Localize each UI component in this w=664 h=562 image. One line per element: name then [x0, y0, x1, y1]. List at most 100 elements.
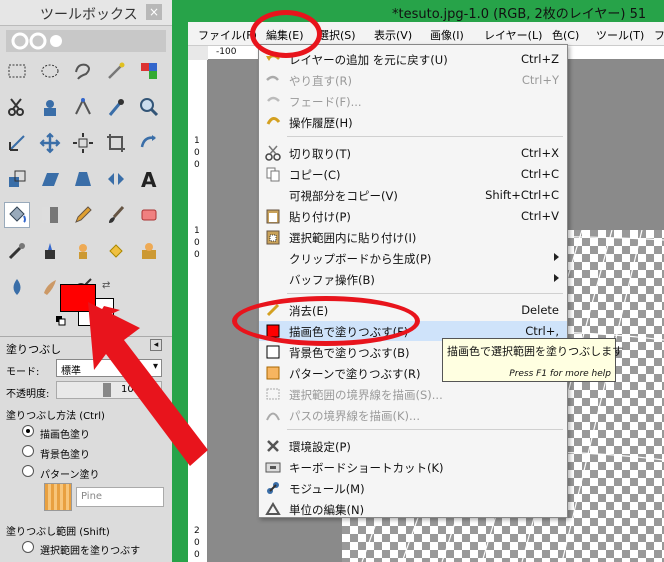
- paintbrush-icon[interactable]: [103, 202, 129, 228]
- edit-menu-item-accel: Ctrl+X: [521, 146, 559, 160]
- color-select-icon[interactable]: [136, 58, 162, 84]
- fill-type-fg-radio[interactable]: [22, 425, 34, 437]
- edit-menu-item-label: クリップボードから生成(P): [289, 252, 432, 266]
- mode-label: モード:: [6, 367, 40, 378]
- flip-icon[interactable]: [103, 166, 129, 192]
- edit-menu-item-accel: Ctrl+Y: [521, 73, 559, 87]
- fill-range-selection-radio[interactable]: [22, 541, 34, 553]
- menu-separator: [287, 293, 563, 294]
- scale-icon[interactable]: [4, 166, 30, 192]
- align-icon[interactable]: [70, 130, 96, 156]
- edit-menu-item[interactable]: 可視部分をコピー(V) Shift+Ctrl+C: [259, 185, 567, 205]
- keyboard-icon: [265, 462, 281, 473]
- submenu-arrow-icon: [554, 274, 559, 282]
- text-icon[interactable]: A: [136, 166, 162, 192]
- menu-layer[interactable]: レイヤー(L): [484, 27, 542, 43]
- edit-menu-item[interactable]: パスの境界線を描画(K)...: [259, 405, 567, 425]
- fill-range-selection-label: 選択範囲を塗りつぶす: [40, 546, 141, 557]
- annotation-arrow-icon: [88, 302, 208, 466]
- heal-icon[interactable]: [103, 238, 129, 264]
- edit-menu-item[interactable]: 選択範囲の境界線を描画(S)...: [259, 384, 567, 404]
- pattern-name: Pine: [81, 491, 103, 502]
- desktop-background: [172, 0, 188, 562]
- color-picker-icon[interactable]: [103, 94, 129, 120]
- menu-filters[interactable]: フ: [654, 27, 664, 43]
- eraser-icon[interactable]: [136, 202, 162, 228]
- fill-type-pattern-radio[interactable]: [22, 465, 34, 477]
- pattern-swatch[interactable]: [44, 483, 72, 511]
- blur-icon[interactable]: [4, 274, 30, 300]
- menu-tools[interactable]: ツール(T): [596, 27, 644, 43]
- edit-menu-item[interactable]: 単位の編集(N): [259, 499, 567, 519]
- pencil-icon[interactable]: [70, 202, 96, 228]
- svg-text:A: A: [141, 168, 157, 190]
- edit-menu-item-label: 切り取り(T): [289, 147, 351, 161]
- edit-menu-item[interactable]: やり直す(R) Ctrl+Y: [259, 70, 567, 90]
- perspective-icon[interactable]: [70, 166, 96, 192]
- edit-menu-item-label: 背景色で塗りつぶす(B): [289, 346, 410, 360]
- edit-menu-item[interactable]: 環境設定(P): [259, 436, 567, 456]
- pattern-name-field[interactable]: Pine: [76, 487, 164, 507]
- tooltip-hint: Press F1 for more help: [509, 369, 611, 379]
- tooltip: 描画色で選択範囲を塗りつぶします Press F1 for more help: [442, 338, 623, 382]
- edit-menu-item[interactable]: 操作履歴(H): [259, 112, 567, 132]
- tool-row: [4, 238, 170, 264]
- edit-menu-item[interactable]: キーボードショートカット(K): [259, 457, 567, 477]
- lasso-icon[interactable]: [70, 58, 96, 84]
- edit-menu-item[interactable]: 選択範囲内に貼り付け(I): [259, 227, 567, 247]
- edit-menu-item-label: 貼り付け(P): [289, 210, 351, 224]
- menu-image[interactable]: 画像(I): [430, 27, 464, 43]
- edit-menu-item[interactable]: フェード(F)...: [259, 91, 567, 111]
- tool-row: A: [4, 166, 170, 192]
- airbrush-icon[interactable]: [4, 238, 30, 264]
- copy-icon: [266, 167, 280, 182]
- edit-menu-item-label: コピー(C): [289, 168, 341, 182]
- swap-colors-icon[interactable]: ⇄: [102, 280, 110, 291]
- edit-menu-item-accel: Shift+Ctrl+C: [485, 188, 559, 202]
- zoom-icon[interactable]: [136, 94, 162, 120]
- pattern-fill-icon: [266, 366, 280, 380]
- menu-select[interactable]: 選択(S): [318, 27, 356, 43]
- shear-icon[interactable]: [37, 166, 63, 192]
- fuzzy-select-icon[interactable]: [103, 58, 129, 84]
- reset-colors-icon[interactable]: [56, 316, 66, 326]
- bucket-fill-icon[interactable]: [4, 202, 30, 228]
- paste-into-icon: [266, 230, 280, 245]
- edit-menu-item-accel: Ctrl+,: [525, 324, 559, 338]
- fill-type-bg-radio[interactable]: [22, 445, 34, 457]
- paths-icon[interactable]: [70, 94, 96, 120]
- edit-menu-item-label: やり直す(R): [289, 74, 352, 88]
- blend-icon[interactable]: [37, 202, 63, 228]
- ellipse-select-icon[interactable]: [37, 58, 63, 84]
- ruler-left-digit: 0: [194, 250, 200, 260]
- move-icon[interactable]: [37, 130, 63, 156]
- clone-icon[interactable]: [70, 238, 96, 264]
- crop-icon[interactable]: [103, 130, 129, 156]
- toolbox-panel: ツールボックス × A ⇄ 塗りつぶし ◂ モード: 標準 ▾ 不透明度: 10…: [0, 0, 172, 562]
- fade-icon: [267, 96, 280, 102]
- edit-menu-item-label: モジュール(M): [289, 482, 365, 496]
- menu-file[interactable]: ファイル(F): [198, 27, 257, 43]
- tool-row: [4, 58, 170, 84]
- tooltip-text: 描画色で選択範囲を塗りつぶします: [447, 345, 624, 358]
- edit-menu-item[interactable]: クリップボードから生成(P): [259, 248, 567, 268]
- rotate-icon[interactable]: [136, 130, 162, 156]
- measure-icon[interactable]: [4, 130, 30, 156]
- edit-menu-item[interactable]: コピー(C) Ctrl+C: [259, 164, 567, 184]
- foreground-select-icon[interactable]: [37, 94, 63, 120]
- ruler-left-digit: 0: [194, 160, 200, 170]
- edit-menu-item[interactable]: 貼り付け(P) Ctrl+V: [259, 206, 567, 226]
- edit-menu-item[interactable]: バッファ操作(B): [259, 269, 567, 289]
- rect-select-icon[interactable]: [4, 58, 30, 84]
- edit-menu-item[interactable]: 切り取り(T) Ctrl+X: [259, 143, 567, 163]
- history-icon: [266, 117, 281, 125]
- ink-icon[interactable]: [37, 238, 63, 264]
- menu-colors[interactable]: 色(C): [552, 27, 579, 43]
- menu-view[interactable]: 表示(V): [374, 27, 412, 43]
- perspective-clone-icon[interactable]: [136, 238, 162, 264]
- scissors-select-icon[interactable]: [4, 94, 30, 120]
- stroke-selection-icon: [266, 388, 280, 400]
- close-icon[interactable]: ×: [146, 4, 162, 20]
- ruler-left-digit: 0: [194, 148, 200, 158]
- edit-menu-item[interactable]: モジュール(M): [259, 478, 567, 498]
